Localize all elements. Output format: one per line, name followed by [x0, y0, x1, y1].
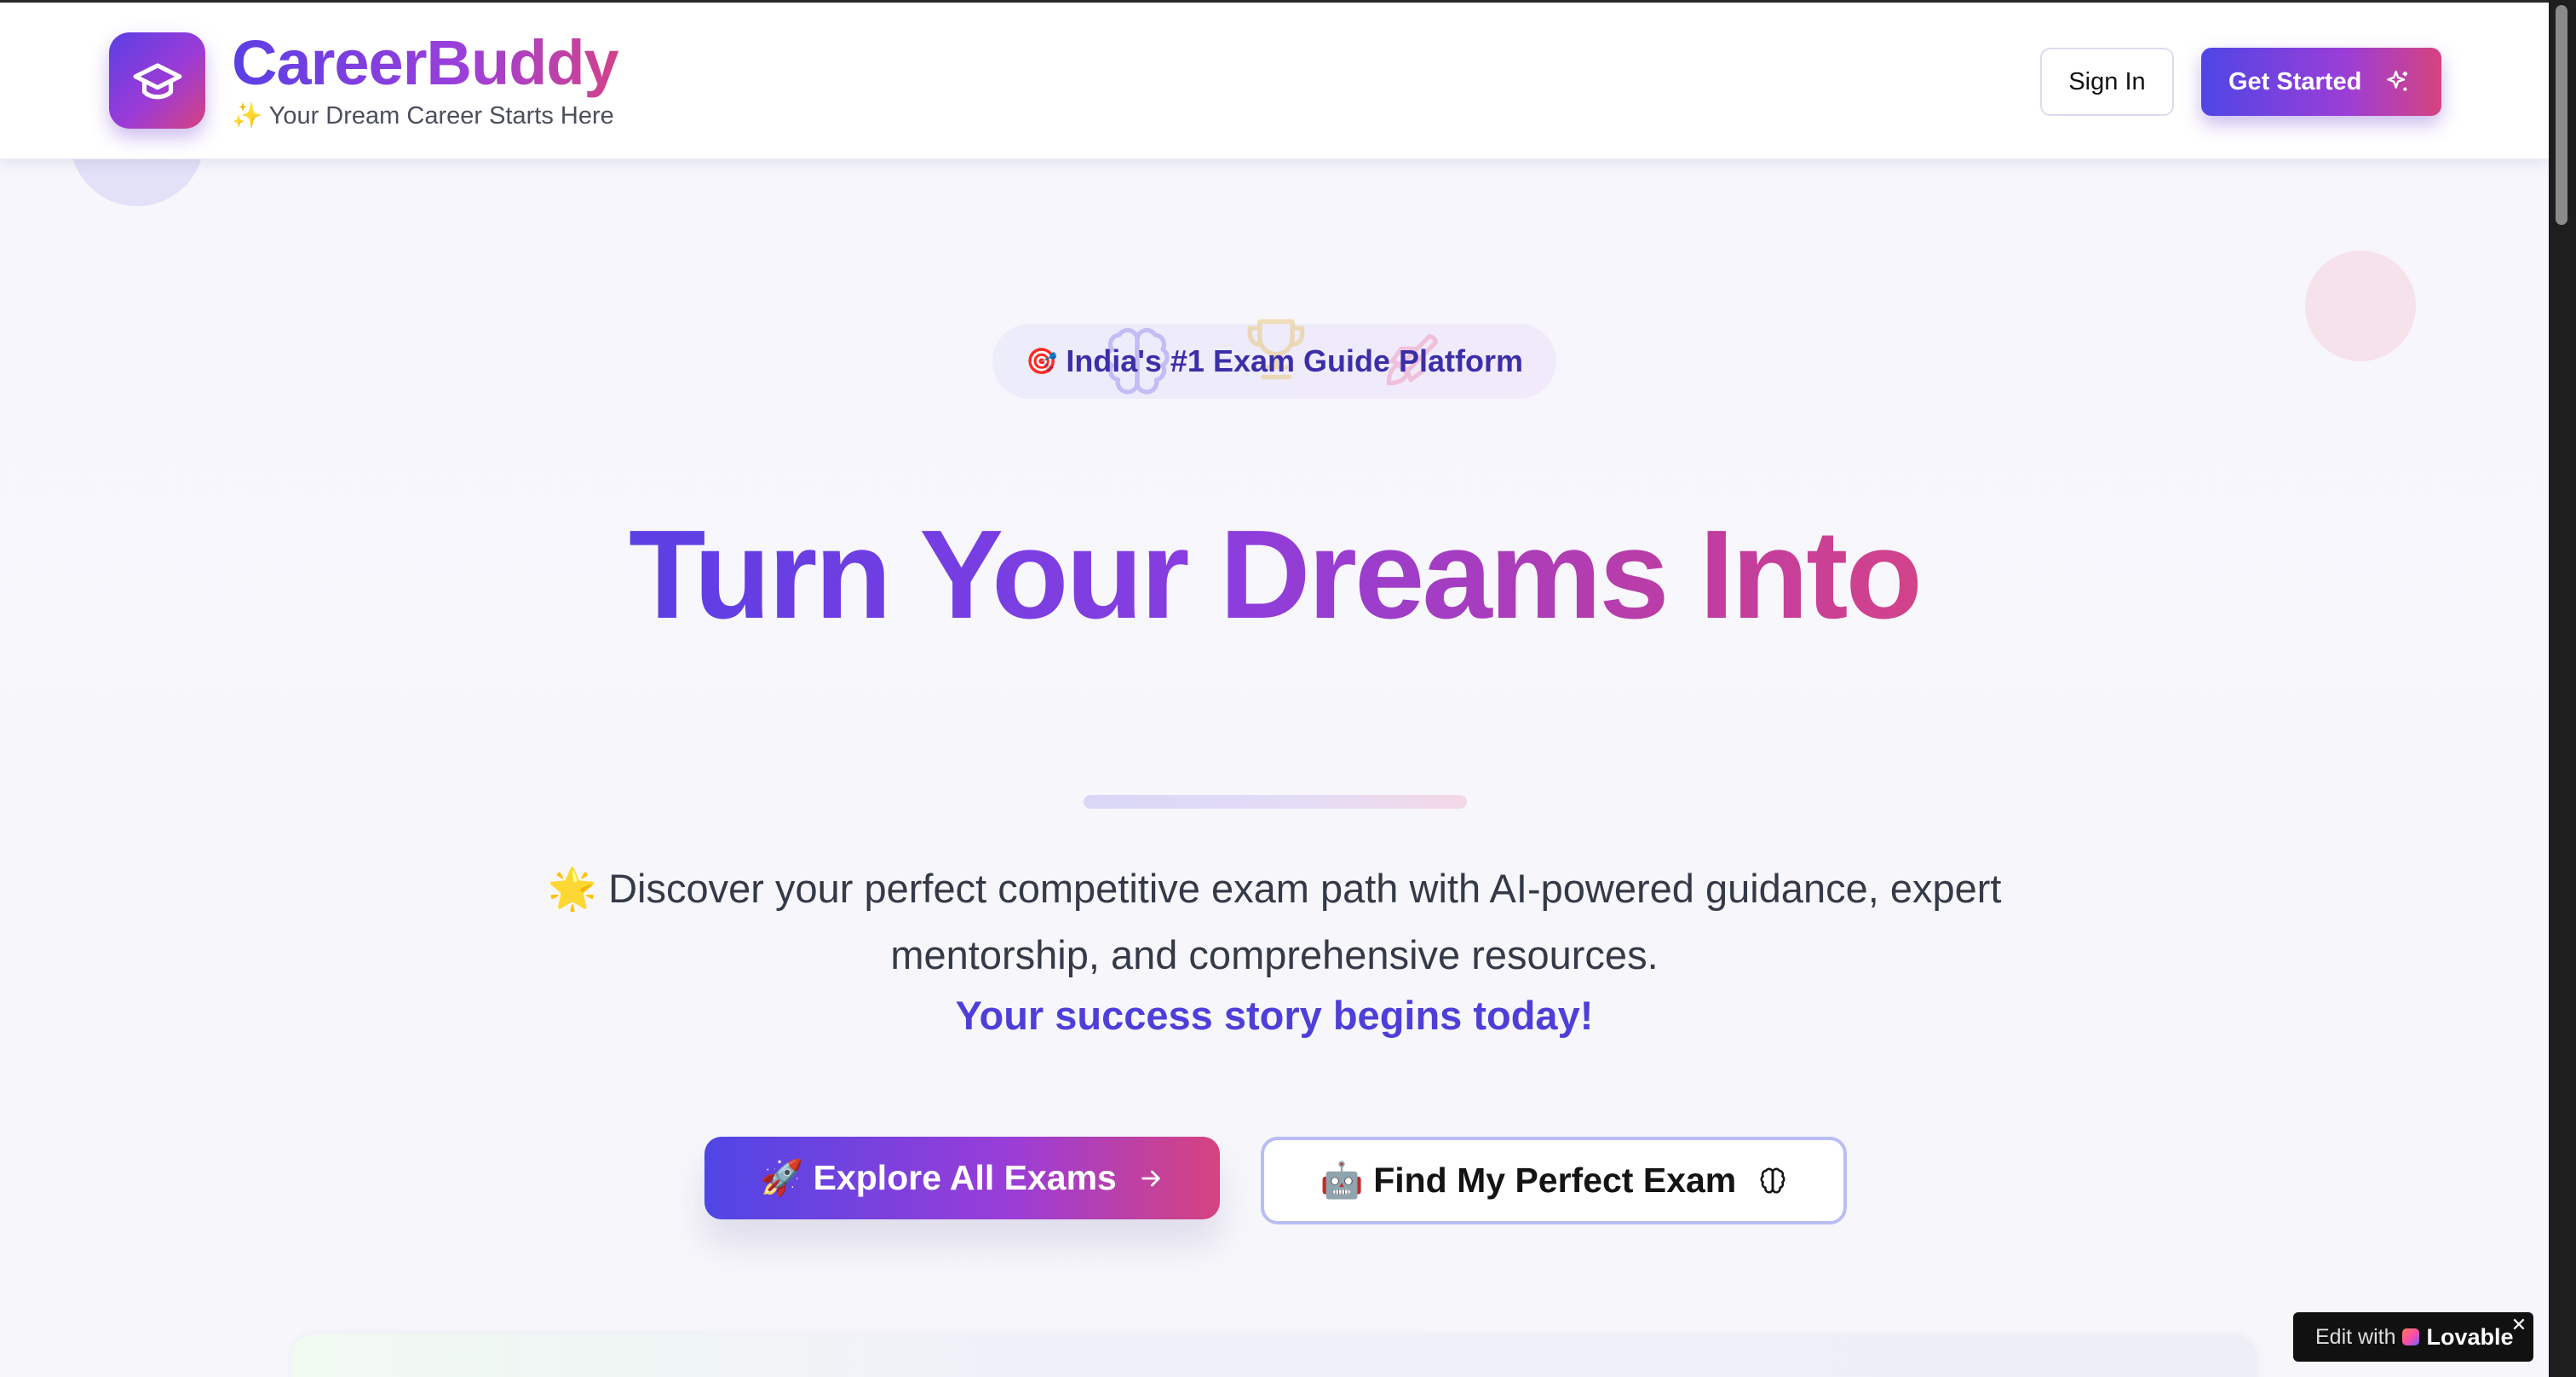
decorative-circle-right	[2305, 251, 2416, 361]
sign-in-button[interactable]: Sign In	[2040, 48, 2174, 116]
brand-tagline: ✨ Your Dream Career Starts Here	[232, 101, 614, 130]
page-viewport: CareerBuddy ✨ Your Dream Career Starts H…	[0, 0, 2549, 1377]
vertical-scrollbar[interactable]	[2549, 0, 2576, 1377]
graduation-cap-icon	[133, 62, 181, 99]
hero-title: Turn Your Dreams Into	[0, 503, 2549, 648]
top-nav: CareerBuddy ✨ Your Dream Career Starts H…	[0, 3, 2549, 159]
target-emoji: 🎯	[1025, 347, 1058, 376]
get-started-label: Get Started	[2228, 67, 2362, 95]
hero-description: 🌟 Discover your perfect competitive exam…	[477, 856, 2072, 988]
lovable-brand: Lovable	[2426, 1323, 2514, 1350]
sparkle-emoji: ✨	[232, 102, 263, 130]
hero-highlight: Your success story begins today!	[955, 993, 1594, 1038]
edit-with-label: Edit with	[2315, 1324, 2396, 1349]
hero-divider	[1084, 795, 1467, 809]
sparkles-icon	[2387, 70, 2408, 91]
stats-card-preview	[291, 1334, 2257, 1377]
hero-title-text: Turn Your Dreams Into	[629, 504, 1923, 645]
brain-icon	[1760, 1167, 1785, 1193]
tagline-text: Your Dream Career Starts Here	[268, 102, 614, 130]
explore-button-label: 🚀 Explore All Exams	[760, 1157, 1117, 1197]
scrollbar-thumb[interactable]	[2556, 5, 2567, 225]
hero-badge-text: India's #1 Exam Guide Platform	[1066, 343, 1524, 378]
hero-description-text: Discover your perfect competitive exam p…	[608, 866, 2002, 977]
star-emoji: 🌟	[547, 866, 598, 911]
robot-emoji: 🤖	[1320, 1160, 1364, 1200]
brand-name[interactable]: CareerBuddy	[232, 26, 619, 101]
lovable-logo-icon	[2402, 1328, 2420, 1345]
rocket-emoji: 🚀	[760, 1157, 804, 1197]
get-started-button[interactable]: Get Started	[2201, 48, 2441, 116]
edit-with-lovable-badge[interactable]: Edit with Lovable	[2293, 1312, 2533, 1362]
find-button-label: 🤖 Find My Perfect Exam	[1320, 1160, 1737, 1200]
logo[interactable]	[109, 32, 205, 129]
explore-all-exams-button[interactable]: 🚀 Explore All Exams	[704, 1137, 1220, 1219]
find-my-perfect-exam-button[interactable]: 🤖 Find My Perfect Exam	[1261, 1137, 1847, 1224]
close-icon[interactable]: ✕	[2510, 1316, 2528, 1334]
arrow-right-icon	[1141, 1170, 1160, 1186]
